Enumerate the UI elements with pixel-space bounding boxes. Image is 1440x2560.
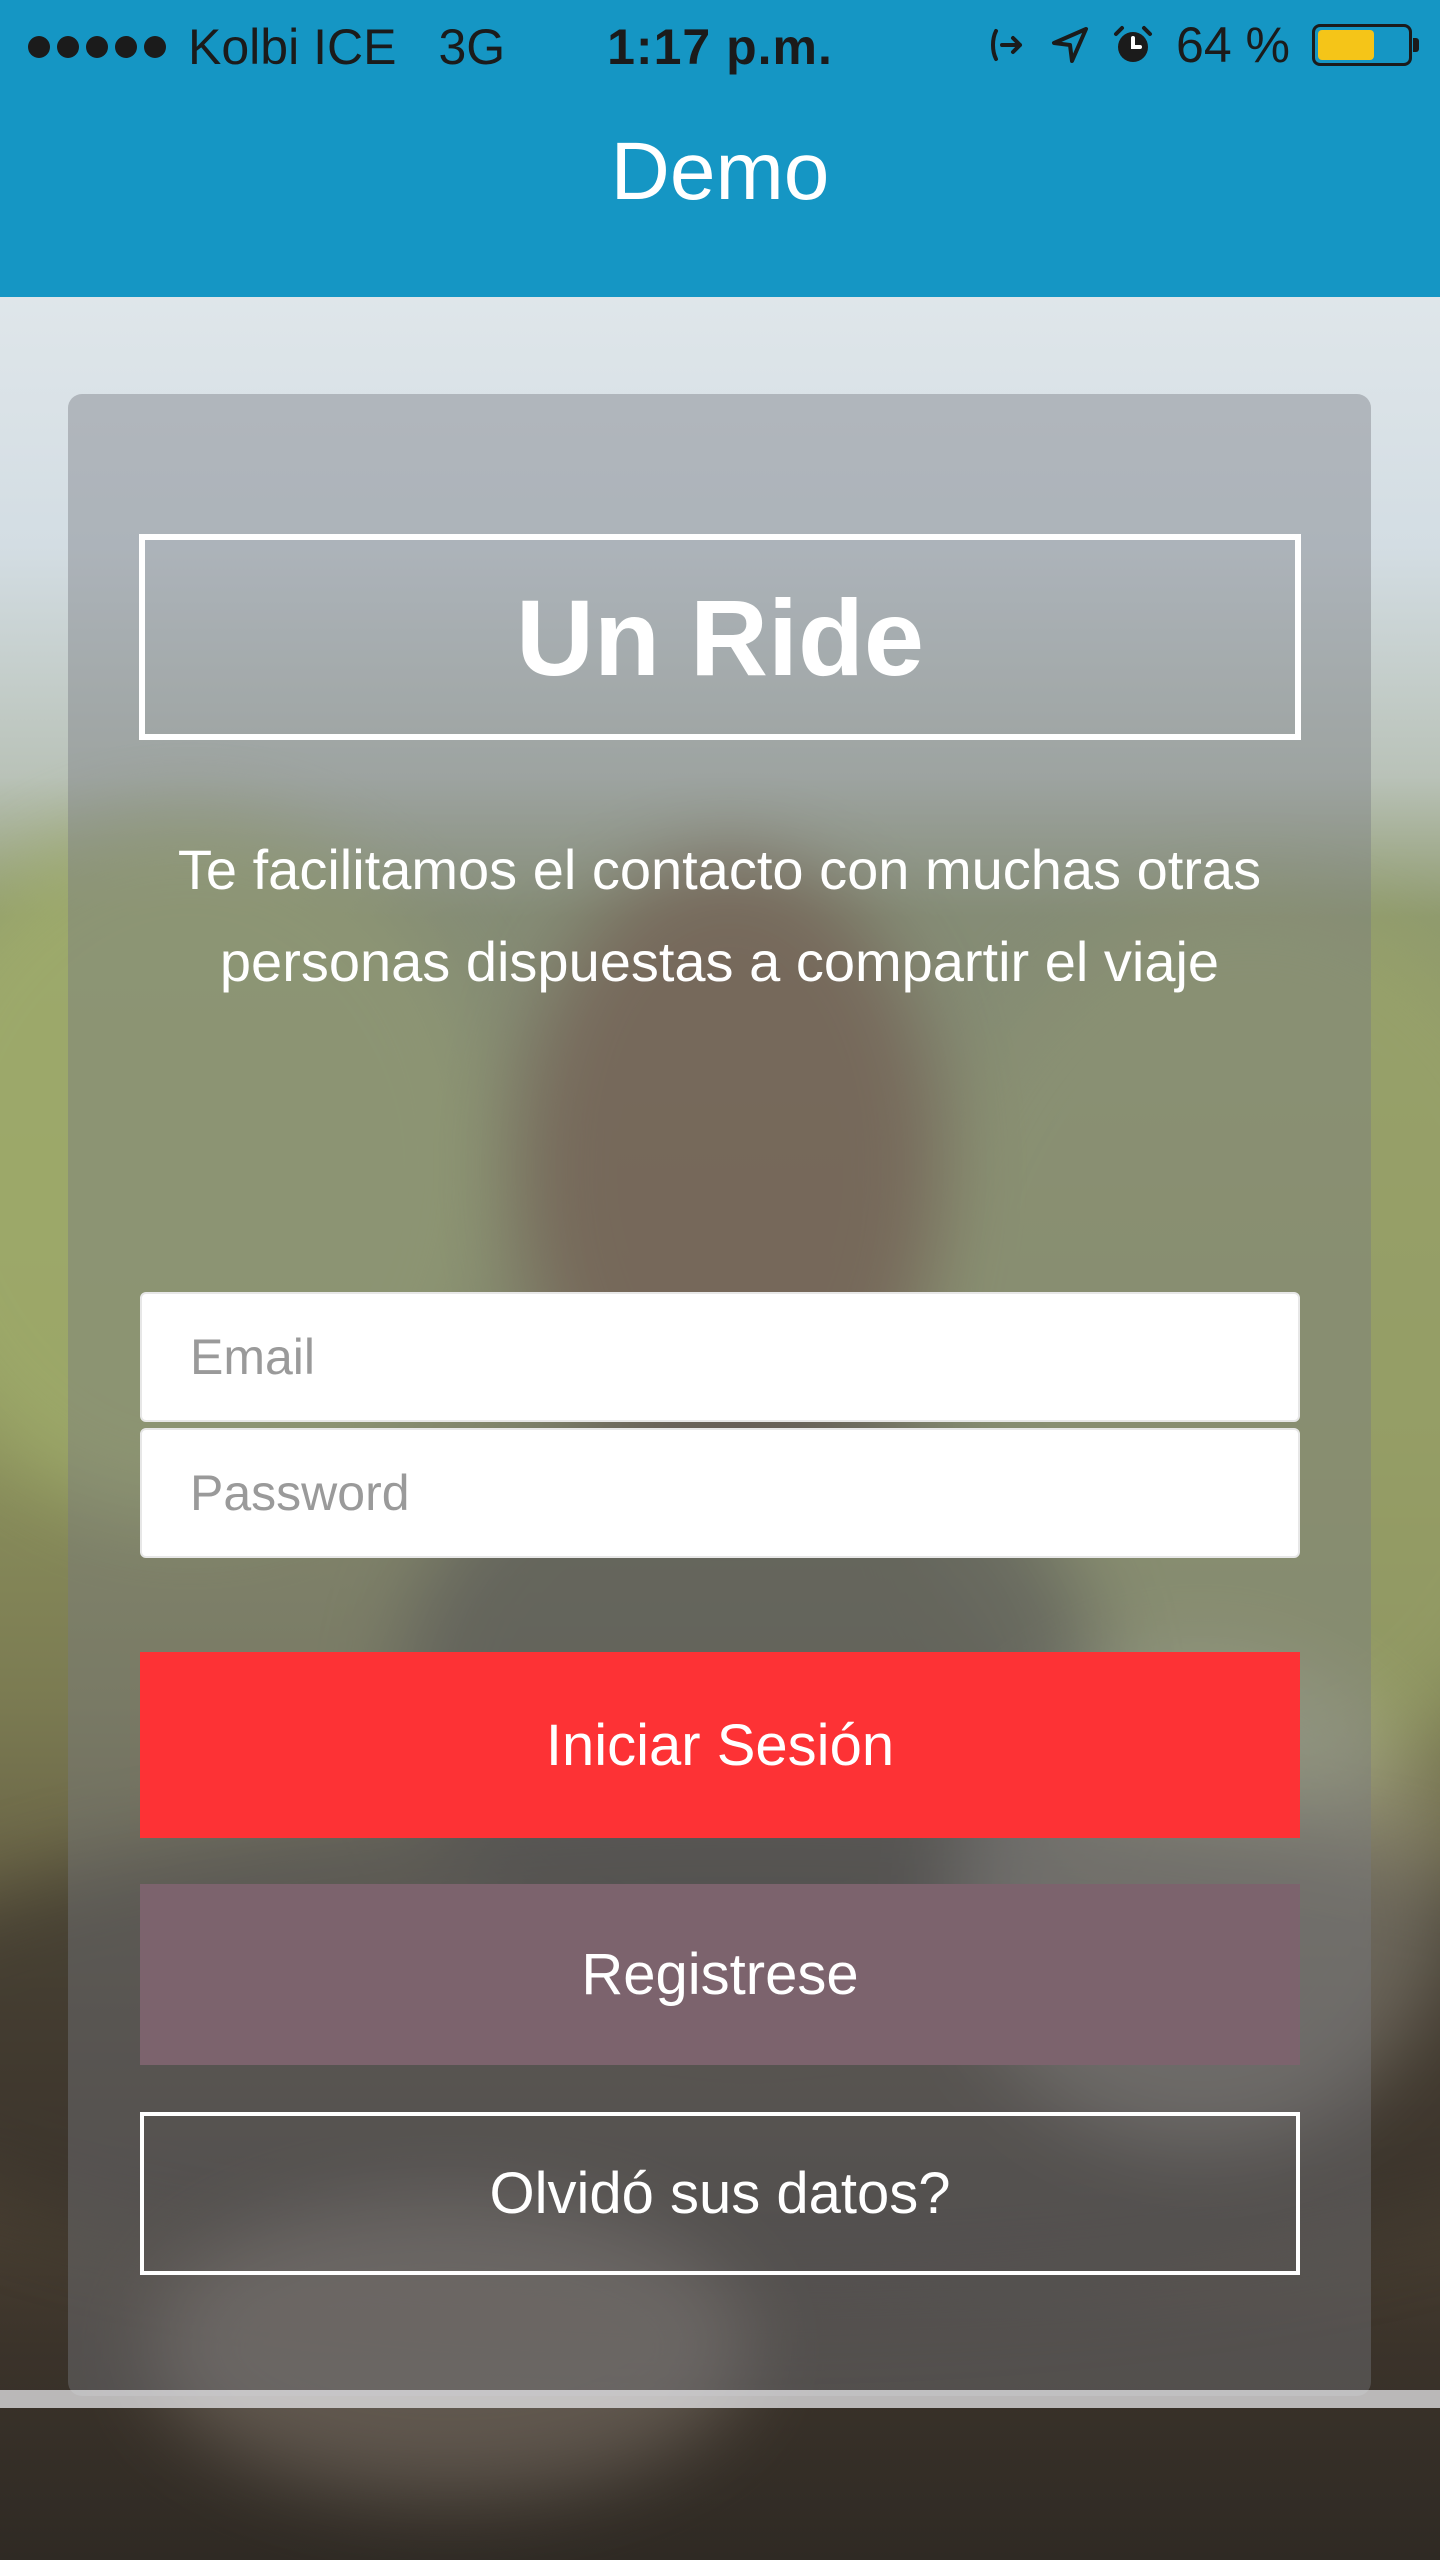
status-bar: Kolbi ICE 3G 1:17 p.m. 64 % <box>0 0 1440 92</box>
location-arrow-icon <box>1050 25 1090 65</box>
register-button-label: Registrese <box>581 1942 859 2007</box>
battery-icon <box>1312 24 1419 66</box>
page-title: Demo <box>610 126 830 217</box>
app-logo: Un Ride <box>139 534 1301 740</box>
password-field[interactable]: Password <box>140 1428 1300 1558</box>
forgot-details-button[interactable]: Olvidó sus datos? <box>140 2112 1300 2275</box>
call-forward-icon <box>988 25 1028 65</box>
login-button[interactable]: Iniciar Sesión <box>140 1652 1300 1838</box>
email-field[interactable]: Email <box>140 1292 1300 1422</box>
app-tagline: Te facilitamos el contacto con muchas ot… <box>177 838 1262 993</box>
battery-percent: 64 % <box>1176 17 1290 73</box>
forgot-details-label: Olvidó sus datos? <box>489 2161 951 2226</box>
email-placeholder: Email <box>190 1329 316 1385</box>
register-button[interactable]: Registrese <box>140 1884 1300 2065</box>
password-placeholder: Password <box>190 1465 410 1521</box>
status-right: 64 % <box>988 16 1419 74</box>
bottom-divider <box>0 2390 1440 2408</box>
navigation-bar: Kolbi ICE 3G 1:17 p.m. 64 % Demo <box>0 0 1440 297</box>
login-button-label: Iniciar Sesión <box>545 1712 895 1778</box>
alarm-icon <box>1112 24 1154 66</box>
login-card: Un Ride Te facilitamos el contacto con m… <box>68 394 1371 2396</box>
